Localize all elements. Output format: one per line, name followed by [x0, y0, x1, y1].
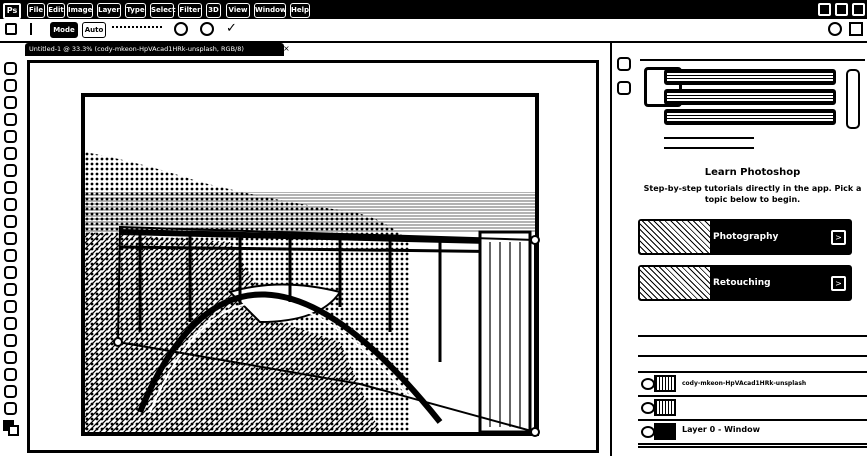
layer-row[interactable]: Layer 0 - Window	[638, 421, 867, 445]
layer-name: Layer 0 - Window	[682, 425, 760, 434]
eye-icon[interactable]	[641, 426, 655, 438]
lasso-tool-icon[interactable]	[4, 96, 17, 109]
learn-card-retouching[interactable]: Retouching >	[638, 265, 852, 301]
bridge-pillar	[478, 230, 532, 434]
photography-thumbnail	[640, 221, 710, 253]
menu-type[interactable]: Type	[125, 3, 146, 18]
close-icon[interactable]	[852, 3, 865, 16]
transform-handle	[530, 235, 540, 245]
history-brush-tool-icon[interactable]	[4, 232, 17, 245]
minimize-icon[interactable]	[818, 3, 831, 16]
learn-panel-icon[interactable]	[617, 57, 631, 71]
pen-tool-icon[interactable]	[4, 317, 17, 330]
healing-brush-tool-icon[interactable]	[4, 181, 17, 194]
eraser-tool-icon[interactable]	[4, 249, 17, 262]
layers-panel-header[interactable]	[638, 335, 867, 357]
learn-title: Learn Photoshop	[704, 167, 801, 178]
menu-bar: Ps File Edit Image Layer Type Select Fil…	[0, 0, 867, 19]
hue-slider[interactable]	[846, 69, 860, 129]
menu-image[interactable]: Image	[67, 3, 93, 18]
brush-tool-icon[interactable]	[4, 198, 17, 211]
zoom-tool-icon[interactable]	[4, 402, 17, 415]
menu-view[interactable]: View	[226, 3, 250, 18]
search-icon[interactable]	[828, 22, 842, 36]
layer-row[interactable]: cody-mkeon-HpVAcad1HRk-unsplash	[638, 373, 867, 397]
dodge-tool-icon[interactable]	[4, 300, 17, 313]
path-selection-tool-icon[interactable]	[4, 351, 17, 364]
blur-tool-icon[interactable]	[4, 283, 17, 296]
eye-icon[interactable]	[641, 378, 655, 390]
right-panel: Learn Photoshop Step-by-step tutorials d…	[638, 43, 867, 456]
panel-icon-strip	[610, 43, 640, 456]
app-logo: Ps	[3, 3, 21, 19]
learn-card-label: Photography	[710, 221, 850, 253]
transform-handle	[113, 337, 123, 347]
move-tool-icon[interactable]	[30, 23, 42, 35]
menu-layer[interactable]: Layer	[97, 3, 121, 18]
quick-select-tool-icon[interactable]	[4, 113, 17, 126]
commit-check-icon[interactable]: ✓	[226, 22, 240, 36]
eye-icon[interactable]	[641, 402, 655, 414]
menu-help[interactable]: Help	[290, 3, 310, 18]
layer-row[interactable]	[638, 397, 867, 421]
marquee-tool-icon[interactable]	[4, 79, 17, 92]
layer-thumbnail	[654, 375, 676, 392]
clone-stamp-tool-icon[interactable]	[4, 215, 17, 228]
canvas-image	[81, 93, 540, 437]
menu-file[interactable]: File	[27, 3, 45, 18]
align-options[interactable]	[112, 26, 162, 32]
learn-card-photography[interactable]: Photography >	[638, 219, 852, 255]
close-tab-icon[interactable]: ×	[283, 45, 291, 53]
color-gradient-1[interactable]	[664, 69, 836, 85]
menu-select[interactable]: Select	[150, 3, 175, 18]
learn-card-label: Retouching	[710, 267, 850, 299]
color-gradient-2[interactable]	[664, 89, 836, 105]
type-tool-icon[interactable]	[4, 334, 17, 347]
color-panel-tabs[interactable]	[640, 45, 865, 61]
retouching-thumbnail	[640, 267, 710, 299]
folder-icon	[654, 423, 676, 440]
eyedropper-tool-icon[interactable]	[4, 164, 17, 177]
mode-button[interactable]: Mode	[50, 22, 78, 38]
transform-handle	[530, 427, 540, 437]
warp-icon[interactable]	[174, 22, 188, 36]
menu-edit[interactable]: Edit	[47, 3, 65, 18]
learn-subtitle: Step-by-step tutorials directly in the a…	[643, 184, 862, 204]
layer-thumbnail	[654, 399, 676, 416]
auto-button[interactable]: Auto	[82, 22, 106, 38]
hand-tool-icon[interactable]	[4, 385, 17, 398]
menu-filter[interactable]: Filter	[178, 3, 202, 18]
cancel-transform-icon[interactable]	[200, 22, 214, 36]
tools-panel	[0, 58, 24, 456]
options-bar: Mode Auto ✓	[0, 19, 867, 43]
learn-panel-tabs[interactable]	[664, 137, 754, 149]
maximize-icon[interactable]	[835, 3, 848, 16]
layer-name: cody-mkeon-HpVAcad1HRk-unsplash	[682, 380, 807, 387]
document-tab[interactable]: Untitled-1 @ 33.3% (cody-mkeon-HpVAcad1H…	[25, 43, 284, 56]
layers-footer[interactable]	[638, 446, 867, 458]
gradient-tool-icon[interactable]	[4, 266, 17, 279]
background-color-swatch[interactable]	[8, 425, 19, 436]
libraries-panel-icon[interactable]	[617, 81, 631, 95]
workspace-icon[interactable]	[849, 22, 863, 36]
color-gradient-3[interactable]	[664, 109, 836, 125]
layers-filter-bar[interactable]	[638, 357, 867, 373]
chevron-right-icon: >	[831, 276, 846, 291]
home-icon[interactable]	[5, 23, 17, 35]
frame-tool-icon[interactable]	[4, 147, 17, 160]
shape-tool-icon[interactable]	[4, 368, 17, 381]
menu-window[interactable]: Window	[254, 3, 286, 18]
chevron-right-icon: >	[831, 230, 846, 245]
move-tool-icon[interactable]	[4, 62, 17, 75]
crop-tool-icon[interactable]	[4, 130, 17, 143]
menu-3d[interactable]: 3D	[206, 3, 221, 18]
